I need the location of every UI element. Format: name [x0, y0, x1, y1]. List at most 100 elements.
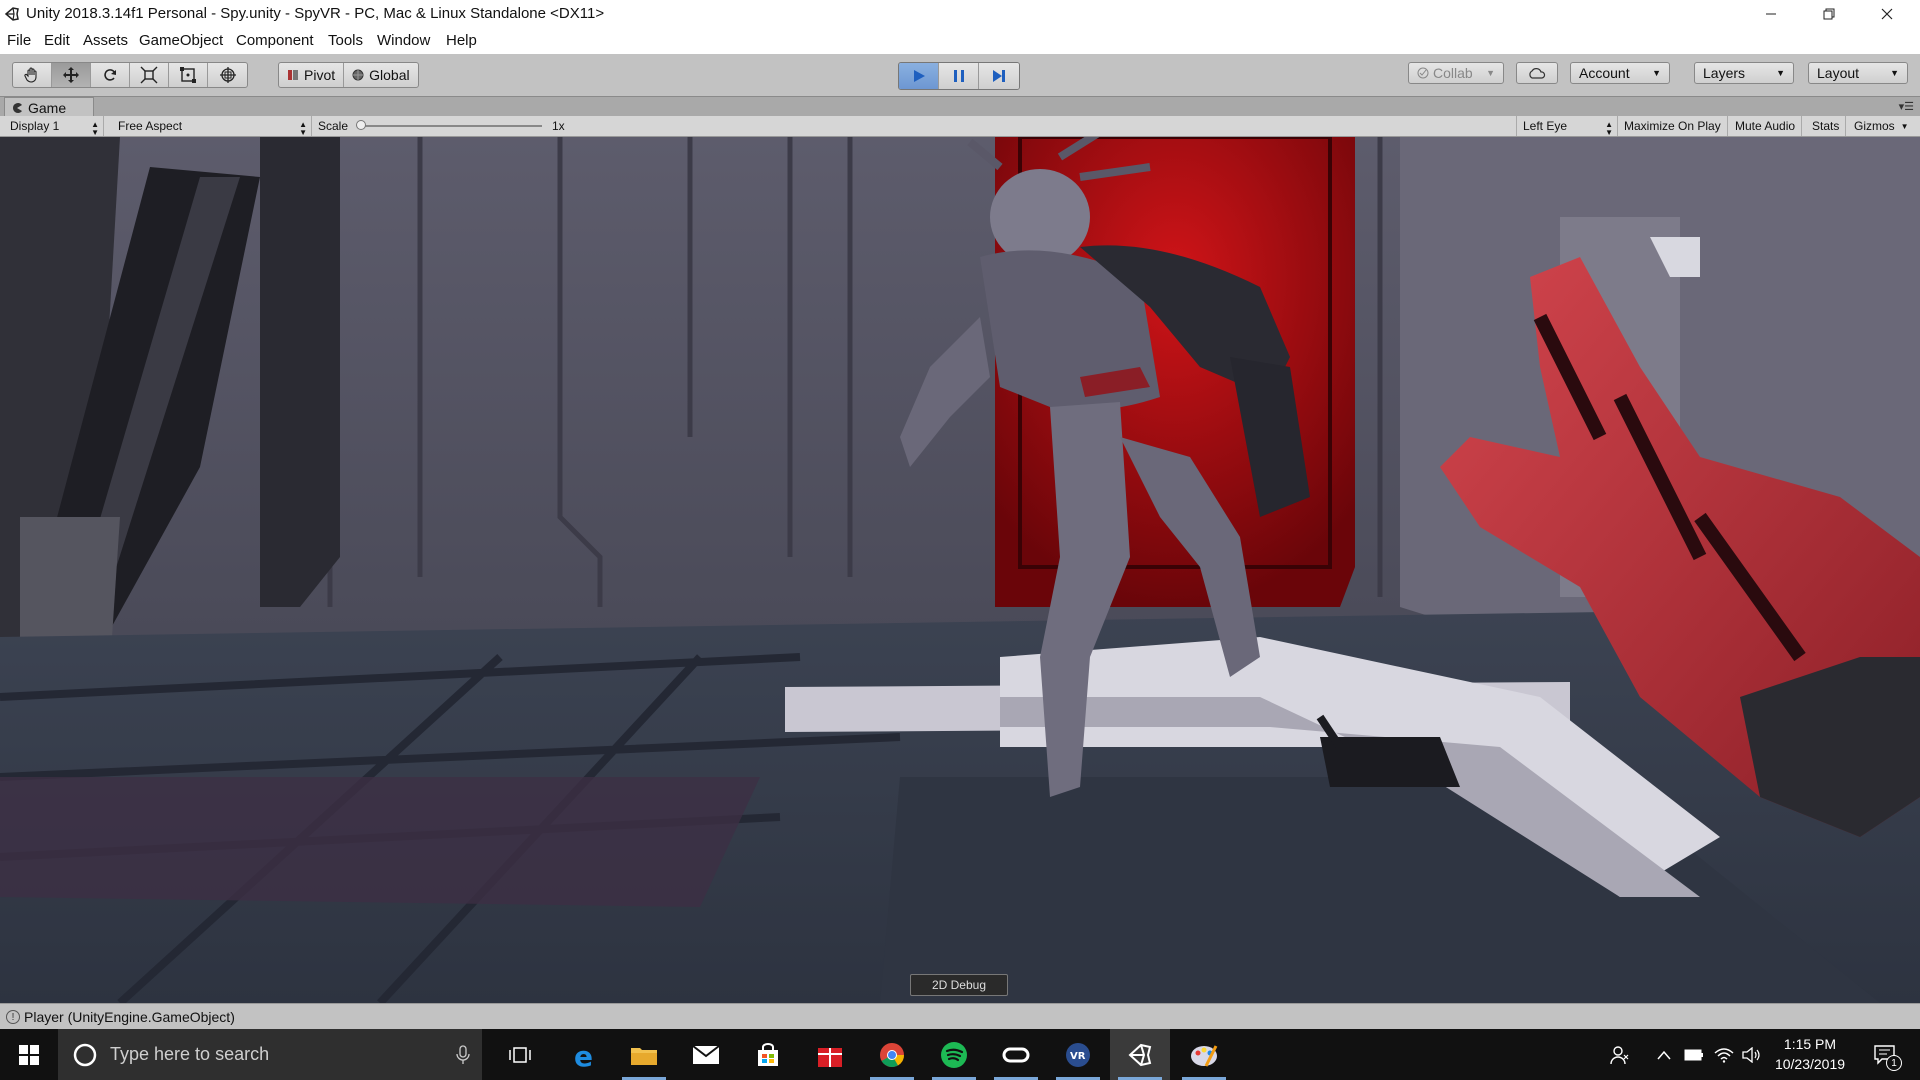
- taskbar-app-gift[interactable]: [800, 1029, 860, 1080]
- play-icon: [913, 70, 925, 82]
- menu-assets[interactable]: Assets: [83, 32, 128, 49]
- mute-audio-toggle[interactable]: Mute Audio: [1729, 116, 1803, 136]
- paint-palette-icon: [1191, 1044, 1218, 1067]
- layout-dropdown[interactable]: Layout ▼: [1808, 62, 1908, 84]
- game-viewport[interactable]: [0, 137, 1920, 1003]
- unity-icon: [1128, 1043, 1152, 1066]
- chevron-up-glyph: [1657, 1050, 1671, 1060]
- svg-text:VR: VR: [1070, 1051, 1086, 1062]
- step-button[interactable]: [979, 63, 1019, 89]
- 2d-debug-button[interactable]: 2D Debug: [910, 974, 1008, 996]
- taskbar-search-box[interactable]: Type here to search: [58, 1029, 482, 1080]
- wifi-glyph: [1714, 1048, 1734, 1063]
- chevron-down-icon: ▼: [1900, 121, 1909, 131]
- taskbar-app-spotify[interactable]: [924, 1029, 984, 1080]
- scale-tool-button[interactable]: [130, 63, 169, 87]
- eye-label: Left Eye: [1523, 119, 1568, 133]
- unity-logo-icon: [4, 7, 19, 21]
- status-message[interactable]: Player (UnityEngine.GameObject): [24, 1009, 235, 1025]
- taskbar-app-unity[interactable]: [1110, 1029, 1170, 1080]
- tab-options-icon[interactable]: ▾☰: [1899, 100, 1914, 113]
- taskbar-app-oculus[interactable]: [986, 1029, 1046, 1080]
- taskbar-app-edge[interactable]: e: [554, 1029, 614, 1080]
- gift-icon: [818, 1047, 842, 1067]
- layers-dropdown[interactable]: Layers ▼: [1694, 62, 1794, 84]
- menu-component[interactable]: Component: [236, 32, 314, 49]
- wifi-icon[interactable]: [1714, 1045, 1734, 1065]
- pivot-toggle[interactable]: Pivot: [279, 63, 343, 87]
- window-title: Unity 2018.3.14f1 Personal - Spy.unity -…: [26, 5, 605, 22]
- battery-icon[interactable]: [1684, 1045, 1704, 1065]
- restore-button[interactable]: [1806, 0, 1852, 28]
- menu-edit[interactable]: Edit: [44, 32, 70, 49]
- clock-time: 1:15 PM: [1783, 1036, 1837, 1052]
- globe-icon: [352, 69, 364, 81]
- battery-glyph: [1684, 1049, 1703, 1061]
- taskbar-app-vr[interactable]: VR: [1048, 1029, 1108, 1080]
- rect-transform-icon: [180, 67, 196, 83]
- chevron-up-icon[interactable]: [1654, 1045, 1674, 1065]
- move-arrows-icon: [63, 67, 79, 83]
- store-bag-icon: [758, 1042, 778, 1066]
- taskbar-app-file-explorer[interactable]: [614, 1029, 674, 1080]
- cloud-button[interactable]: [1516, 62, 1558, 84]
- gizmos-dropdown[interactable]: Gizmos ▼: [1848, 116, 1920, 136]
- action-center-button[interactable]: 1: [1870, 1045, 1902, 1071]
- microphone-icon[interactable]: [456, 1045, 470, 1065]
- tab-game[interactable]: Game: [4, 97, 94, 117]
- pause-icon: [953, 70, 964, 82]
- edge-icon: e: [574, 1042, 593, 1068]
- pivot-toggle-group: Pivot Global: [278, 62, 419, 88]
- task-view-icon: [509, 1046, 531, 1063]
- stats-toggle[interactable]: Stats: [1806, 116, 1847, 136]
- tab-game-label: Game: [28, 99, 67, 116]
- spotify-icon: [941, 1041, 967, 1068]
- volume-icon[interactable]: [1742, 1045, 1762, 1065]
- taskbar-app-store[interactable]: [738, 1029, 798, 1080]
- transform-tool-button[interactable]: [208, 63, 247, 87]
- menu-tools[interactable]: Tools: [328, 32, 363, 49]
- chevron-down-icon: ▼: [1652, 68, 1661, 78]
- info-icon: !: [6, 1010, 20, 1024]
- menu-help[interactable]: Help: [446, 32, 477, 49]
- mute-audio-label: Mute Audio: [1735, 119, 1796, 133]
- display-dropdown[interactable]: Display 1 ▲ ▼: [4, 116, 104, 137]
- account-dropdown[interactable]: Account ▼: [1570, 62, 1670, 84]
- close-button[interactable]: [1864, 0, 1910, 28]
- collab-dropdown[interactable]: Collab ▼: [1408, 62, 1504, 84]
- taskbar-app-mail[interactable]: [676, 1029, 736, 1080]
- start-button[interactable]: [0, 1029, 58, 1080]
- eye-dropdown[interactable]: Left Eye ▲ ▼: [1516, 116, 1618, 137]
- layers-label: Layers: [1703, 65, 1746, 81]
- menu-gameobject[interactable]: GameObject: [139, 32, 223, 49]
- scale-label: Scale: [318, 119, 349, 133]
- menu-window[interactable]: Window: [377, 32, 430, 49]
- minimize-icon: [1766, 13, 1776, 15]
- task-view-button[interactable]: [490, 1029, 550, 1080]
- taskbar-app-paint[interactable]: [1174, 1029, 1234, 1080]
- layout-label: Layout: [1817, 65, 1860, 81]
- stats-label: Stats: [1812, 119, 1840, 133]
- minimize-button[interactable]: [1748, 0, 1794, 28]
- hand-icon: [24, 67, 37, 83]
- rect-tool-button[interactable]: [169, 63, 208, 87]
- window-titlebar: Unity 2018.3.14f1 Personal - Spy.unity -…: [0, 0, 1920, 28]
- people-icon[interactable]: [1610, 1045, 1630, 1065]
- hand-tool-button[interactable]: [13, 63, 52, 87]
- rotate-tool-button[interactable]: [91, 63, 130, 87]
- cloud-icon: [1529, 68, 1546, 79]
- move-tool-button[interactable]: [52, 63, 91, 87]
- notification-count-badge: 1: [1886, 1055, 1902, 1071]
- windows-logo-icon: [19, 1044, 39, 1065]
- taskbar-app-chrome[interactable]: [862, 1029, 922, 1080]
- menu-file[interactable]: File: [7, 32, 31, 49]
- taskbar-clock[interactable]: 1:15 PM 10/23/2019: [1770, 1034, 1850, 1074]
- play-button[interactable]: [899, 63, 939, 89]
- chrome-icon: [880, 1042, 904, 1067]
- scale-slider-track[interactable]: [362, 125, 542, 127]
- maximize-on-play-toggle[interactable]: Maximize On Play: [1618, 116, 1728, 136]
- pause-button[interactable]: [939, 63, 979, 89]
- global-toggle[interactable]: Global: [343, 63, 417, 87]
- scale-slider-thumb[interactable]: [356, 120, 366, 130]
- aspect-dropdown[interactable]: Free Aspect ▲ ▼: [112, 116, 312, 137]
